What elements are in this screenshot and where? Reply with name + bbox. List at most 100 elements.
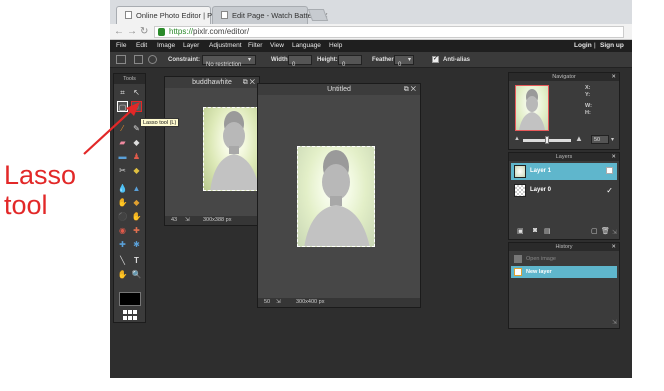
- layer-thumbnail: [514, 165, 526, 178]
- ellipse-mode-icon[interactable]: [148, 55, 157, 64]
- tab-edit-page[interactable]: Edit Page - Watch Battery✕: [212, 6, 328, 24]
- color-swatch[interactable]: [119, 292, 141, 306]
- menu-adjustment[interactable]: Adjustment: [209, 42, 242, 49]
- image-window-buddhawhite[interactable]: buddhawhite ⧉ ✕ 43 ⇲ 300x388 px: [164, 76, 260, 226]
- close-icon[interactable]: ✕: [611, 243, 616, 251]
- height-field[interactable]: 0: [338, 55, 362, 68]
- sponge-tool-icon[interactable]: ◆: [131, 197, 142, 208]
- mountain-small-icon[interactable]: ▲: [514, 136, 520, 142]
- smudge-tool-icon[interactable]: ✋: [117, 197, 128, 208]
- lasso-tooltip: Lasso tool (L): [140, 118, 180, 127]
- menu-filter[interactable]: Filter: [248, 42, 262, 49]
- navigator-thumbnail[interactable]: [515, 85, 549, 131]
- layer-style-icon[interactable]: ▤: [544, 227, 551, 235]
- crop-tool-icon[interactable]: ⌗: [117, 87, 128, 98]
- type-tool-icon[interactable]: T: [131, 255, 142, 266]
- layer-name: Layer 1: [530, 168, 552, 174]
- url-input[interactable]: https://pixlr.com/editor/: [154, 26, 624, 38]
- history-item-open[interactable]: Open image: [511, 253, 617, 265]
- x-label: X:: [585, 85, 591, 91]
- dodge-tool-icon[interactable]: ⚫: [117, 211, 128, 222]
- wand-tool-icon[interactable]: ⁄: [117, 123, 128, 134]
- chevron-down-icon[interactable]: ▾: [611, 136, 614, 143]
- burn-tool-icon[interactable]: ✋: [131, 211, 142, 222]
- login-link[interactable]: Login: [574, 42, 592, 49]
- gradient-tool-icon[interactable]: ▬: [117, 151, 128, 162]
- stamp-tool-icon[interactable]: ♟: [131, 151, 142, 162]
- close-icon[interactable]: ✕: [611, 153, 616, 161]
- width-label: Width:: [271, 57, 290, 63]
- rect-select-icon[interactable]: [116, 55, 126, 64]
- pinch-tool-icon[interactable]: ✱: [131, 239, 142, 250]
- menu-image[interactable]: Image: [157, 42, 175, 49]
- zoom-tool-icon[interactable]: 🔍: [131, 269, 142, 280]
- layers-panel: Layers ✕ Layer 1 Layer 0 ✓ ▣ ◙ ▤ ▢ 🗑 ⇲: [508, 152, 620, 240]
- mountain-large-icon[interactable]: ▲: [575, 134, 583, 143]
- annotation-line-2: tool: [4, 190, 48, 220]
- history-item-new-layer[interactable]: New layer: [511, 266, 617, 278]
- chevron-down-icon[interactable]: ▾: [408, 56, 411, 63]
- trash-icon[interactable]: 🗑: [601, 227, 610, 235]
- page-icon: [221, 11, 228, 19]
- image-size: 300x400 px: [296, 299, 325, 305]
- menu-help[interactable]: Help: [329, 42, 342, 49]
- y-label: Y:: [585, 92, 591, 98]
- rect-mode-icon[interactable]: [134, 55, 143, 64]
- layer-row-1[interactable]: Layer 1: [511, 163, 617, 180]
- drawing-tool-icon[interactable]: ◆: [131, 165, 142, 176]
- grid-icon[interactable]: [123, 310, 137, 320]
- menu-edit[interactable]: Edit: [136, 42, 147, 49]
- chevron-down-icon[interactable]: ▾: [248, 56, 251, 63]
- menu-file[interactable]: File: [116, 42, 126, 49]
- layer-visibility-checkbox[interactable]: [606, 167, 613, 174]
- navigator-coords: X: Y: W: H:: [585, 85, 592, 117]
- back-arrow-icon[interactable]: ←: [114, 26, 124, 38]
- red-eye-tool-icon[interactable]: ◉: [117, 225, 128, 236]
- move-tool-icon[interactable]: ↖: [131, 87, 142, 98]
- url-scheme: https://: [169, 27, 194, 36]
- spot-heal-icon[interactable]: ✚: [131, 225, 142, 236]
- eraser-tool-icon[interactable]: ▰: [117, 137, 128, 148]
- window-title-bar[interactable]: Untitled ⧉ ✕: [258, 84, 420, 95]
- zoom-field[interactable]: 50: [591, 135, 609, 144]
- layer-row-0[interactable]: Layer 0 ✓: [511, 182, 617, 199]
- height-label: Height:: [317, 57, 338, 63]
- lasso-tool-icon[interactable]: ◌: [131, 101, 142, 112]
- mask-icon[interactable]: ◙: [533, 227, 537, 234]
- signup-link[interactable]: Sign up: [600, 42, 624, 49]
- close-icon[interactable]: ✕: [611, 73, 616, 81]
- window-title-bar[interactable]: buddhawhite ⧉ ✕: [165, 77, 259, 88]
- hand-tool-icon[interactable]: ✋: [117, 269, 128, 280]
- paint-bucket-icon[interactable]: ◆: [131, 137, 142, 148]
- reload-icon[interactable]: ↻: [140, 26, 148, 38]
- new-layer-icon[interactable]: ▢: [591, 227, 598, 235]
- history-panel: History ✕ Open image New layer ⇲: [508, 242, 620, 329]
- marquee-tool-icon[interactable]: ▢: [117, 101, 128, 112]
- tab-pixlr[interactable]: Online Photo Editor | Pixl✕: [116, 6, 230, 24]
- menu-language[interactable]: Language: [292, 42, 321, 49]
- blur-tool-icon[interactable]: 💧: [117, 183, 128, 194]
- forward-arrow-icon[interactable]: →: [127, 26, 137, 38]
- zoom-value[interactable]: 50: [264, 298, 270, 307]
- menu-view[interactable]: View: [270, 42, 284, 49]
- color-replace-icon[interactable]: ✂: [117, 165, 128, 176]
- tab-bar: Online Photo Editor | Pixl✕ Edit Page - …: [110, 0, 632, 24]
- eyedropper-icon[interactable]: ╲: [117, 255, 128, 266]
- buddha-figure: [519, 89, 545, 130]
- bloat-tool-icon[interactable]: ✚: [117, 239, 128, 250]
- zoom-value[interactable]: 43: [171, 216, 177, 225]
- layer-settings-icon[interactable]: ▣: [517, 227, 524, 235]
- menu-layer[interactable]: Layer: [183, 42, 199, 49]
- window-controls[interactable]: ⧉ ✕: [243, 77, 255, 88]
- sharpen-tool-icon[interactable]: ▲: [131, 183, 142, 194]
- window-title: Untitled: [327, 86, 351, 93]
- window-controls[interactable]: ⧉ ✕: [404, 84, 416, 95]
- screenshot-root: Lasso tool Online Photo Editor | Pixl✕ E…: [0, 0, 664, 391]
- width-field[interactable]: 0: [288, 55, 312, 68]
- navigator-title-bar: Navigator ✕: [509, 73, 619, 81]
- history-label: New layer: [526, 269, 552, 275]
- zoom-slider-handle[interactable]: [545, 136, 549, 144]
- image-window-untitled[interactable]: Untitled ⧉ ✕ 50 ⇲ 300x400 px: [257, 83, 421, 308]
- check-icon[interactable]: ✓: [606, 182, 613, 199]
- new-layer-icon: [514, 268, 522, 276]
